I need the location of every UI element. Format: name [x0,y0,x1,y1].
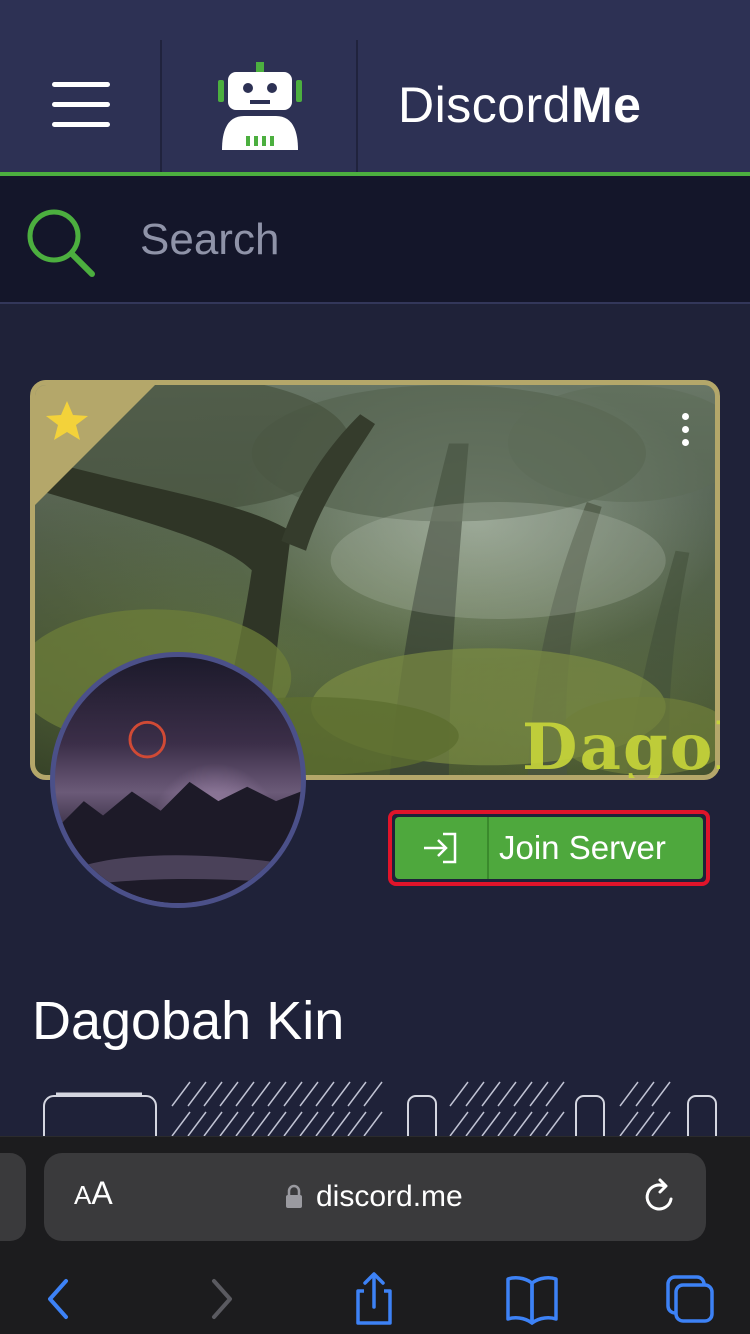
search-input[interactable] [140,210,700,270]
discord-me-page: DiscordMe Search Dagol Join Server Dagob… [0,0,750,1334]
address-bar[interactable]: AA discord.me [44,1153,706,1241]
header-divider [356,40,358,172]
discord-me-logo[interactable]: DiscordMe [398,70,698,140]
robot-logo-button[interactable] [212,60,308,156]
logo-text-bold: Me [570,77,642,133]
server-avatar [50,652,306,908]
lock-icon [286,1184,302,1208]
join-server-label: Join Server [499,829,666,866]
text-size-button[interactable]: AA [74,1175,134,1219]
more-options-button[interactable] [673,413,697,453]
server-tags-row [0,1078,750,1138]
tabs-icon [666,1275,714,1323]
forward-button[interactable] [190,1269,250,1329]
tabs-button[interactable] [660,1269,720,1329]
hamburger-icon [52,82,110,87]
chevron-left-icon [48,1279,68,1319]
featured-ribbon [35,385,155,505]
share-button[interactable] [344,1269,404,1329]
chevron-right-icon [212,1279,232,1319]
search-bar [0,176,750,304]
avatar-illustration [55,720,301,903]
browser-toolbar: AA discord.me [0,1136,750,1334]
banner-watermark-text: Dagol [522,716,720,778]
server-name-heading: Dagobah Kin [32,991,345,1051]
join-server-button[interactable]: Join Server [388,810,710,886]
share-icon [356,1272,392,1325]
bookmarks-button[interactable] [502,1269,562,1329]
hamburger-menu-button[interactable] [40,70,120,140]
header-divider [160,40,162,172]
top-header: DiscordMe [0,0,750,176]
url-display: discord.me [284,1175,463,1219]
search-icon[interactable] [24,206,98,280]
logo-text-regular: Discord [398,77,571,133]
login-arrow-icon [424,832,457,864]
previous-tab-peek[interactable] [0,1153,26,1241]
reload-icon[interactable] [640,1177,680,1217]
kebab-icon [681,413,689,420]
back-button[interactable] [30,1269,90,1329]
url-text: discord.me [316,1180,463,1213]
book-icon [506,1276,558,1325]
robot-icon [218,62,302,150]
